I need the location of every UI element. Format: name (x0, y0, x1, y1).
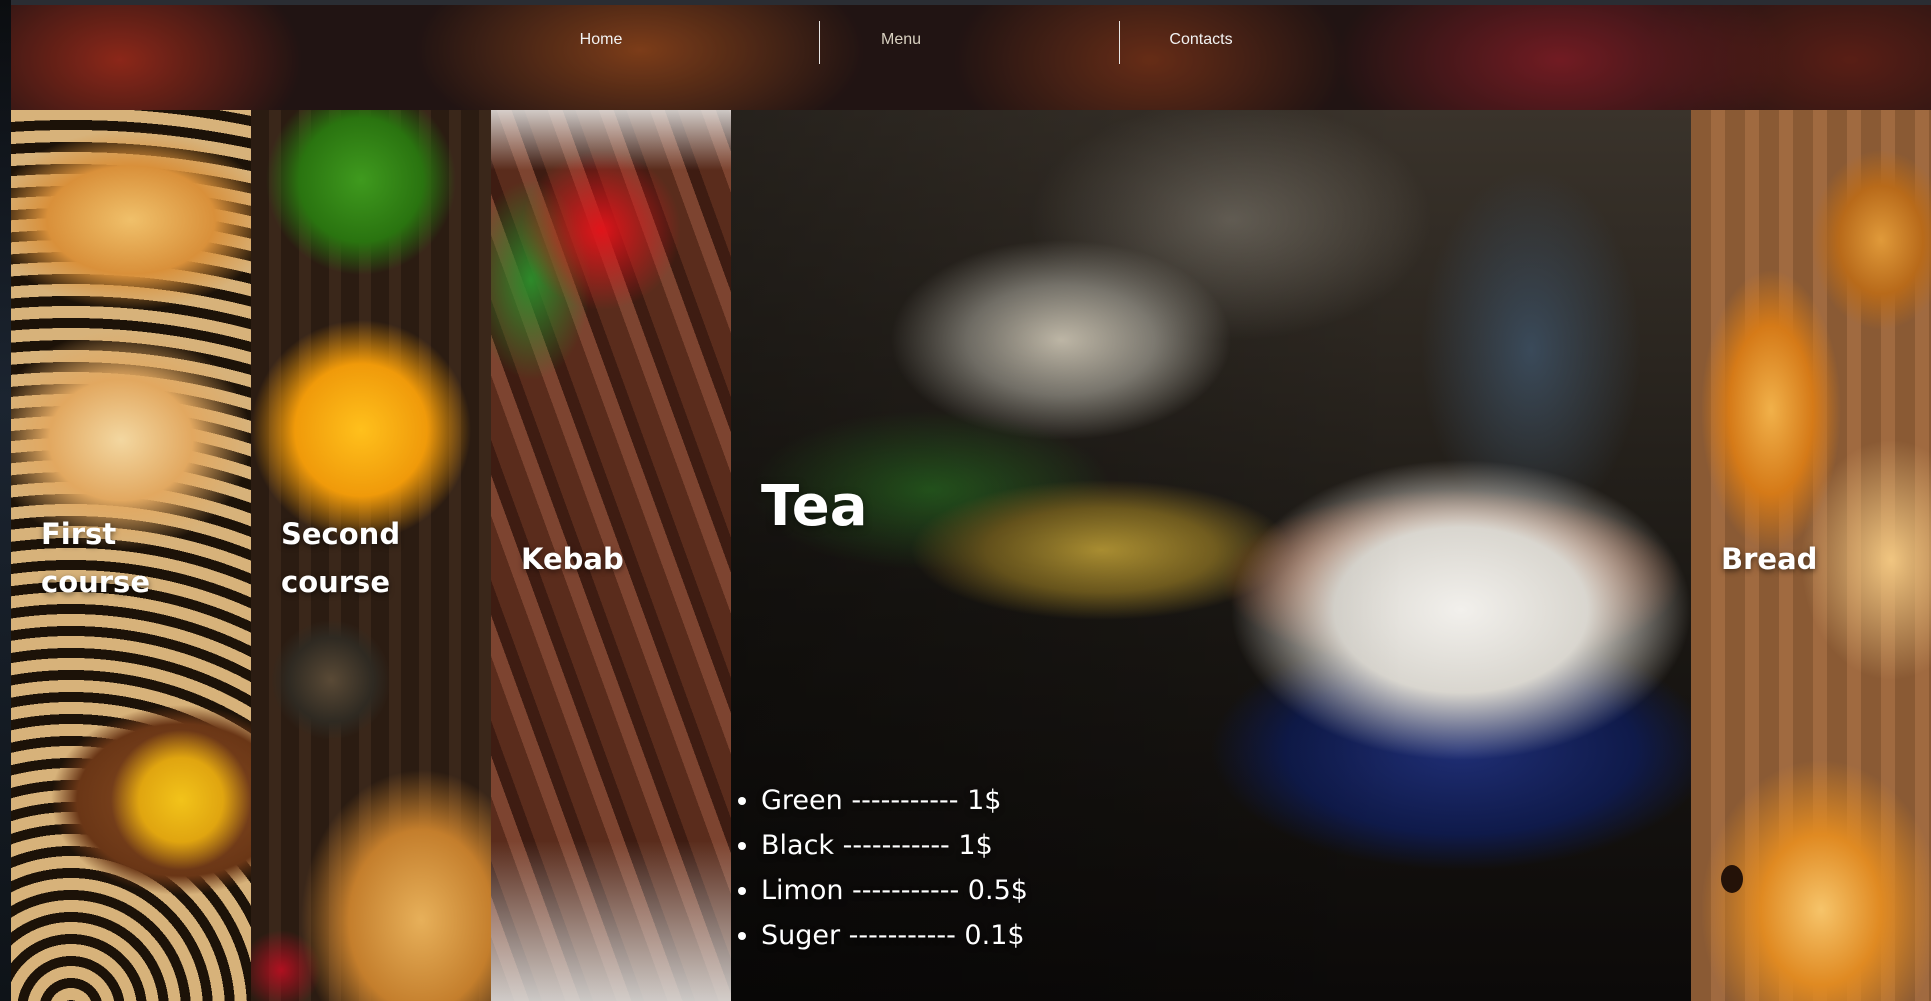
price-item-limon: Limon ----------- 0.5$ (761, 868, 1028, 913)
panel-kebab[interactable]: Kebab (491, 110, 731, 1001)
navbar: Home Menu Contacts (11, 5, 1931, 110)
bread-nigella-seeds (1721, 865, 1743, 893)
price-item-suger: Suger ----------- 0.1$ (761, 913, 1028, 958)
nav-home-link[interactable]: Home (501, 17, 701, 63)
tea-price-list: Green ----------- 1$ Black ----------- 1… (731, 778, 1028, 958)
panel-second-course[interactable]: Second course (251, 110, 491, 1001)
price-item-green: Green ----------- 1$ (761, 778, 1028, 823)
nav-menu-link[interactable]: Menu (801, 17, 1001, 63)
nav-contacts-link[interactable]: Contacts (1101, 17, 1301, 63)
page: Home Menu Contacts First course Second c… (0, 0, 1931, 1001)
tea-title: Tea (761, 474, 868, 539)
panel-tea[interactable]: Tea Green ----------- 1$ Black ---------… (731, 110, 1691, 1001)
panel-kebab-label: Kebab (521, 542, 624, 576)
panel-bread[interactable]: Bread (1691, 110, 1931, 1001)
panel-bread-label: Bread (1721, 542, 1818, 576)
panel-second-course-label: Second course (281, 517, 401, 599)
panel-first-course[interactable]: First course (11, 110, 251, 1001)
panel-first-course-label: First course (41, 517, 150, 599)
left-edge (0, 0, 11, 1001)
price-item-black: Black ----------- 1$ (761, 823, 1028, 868)
